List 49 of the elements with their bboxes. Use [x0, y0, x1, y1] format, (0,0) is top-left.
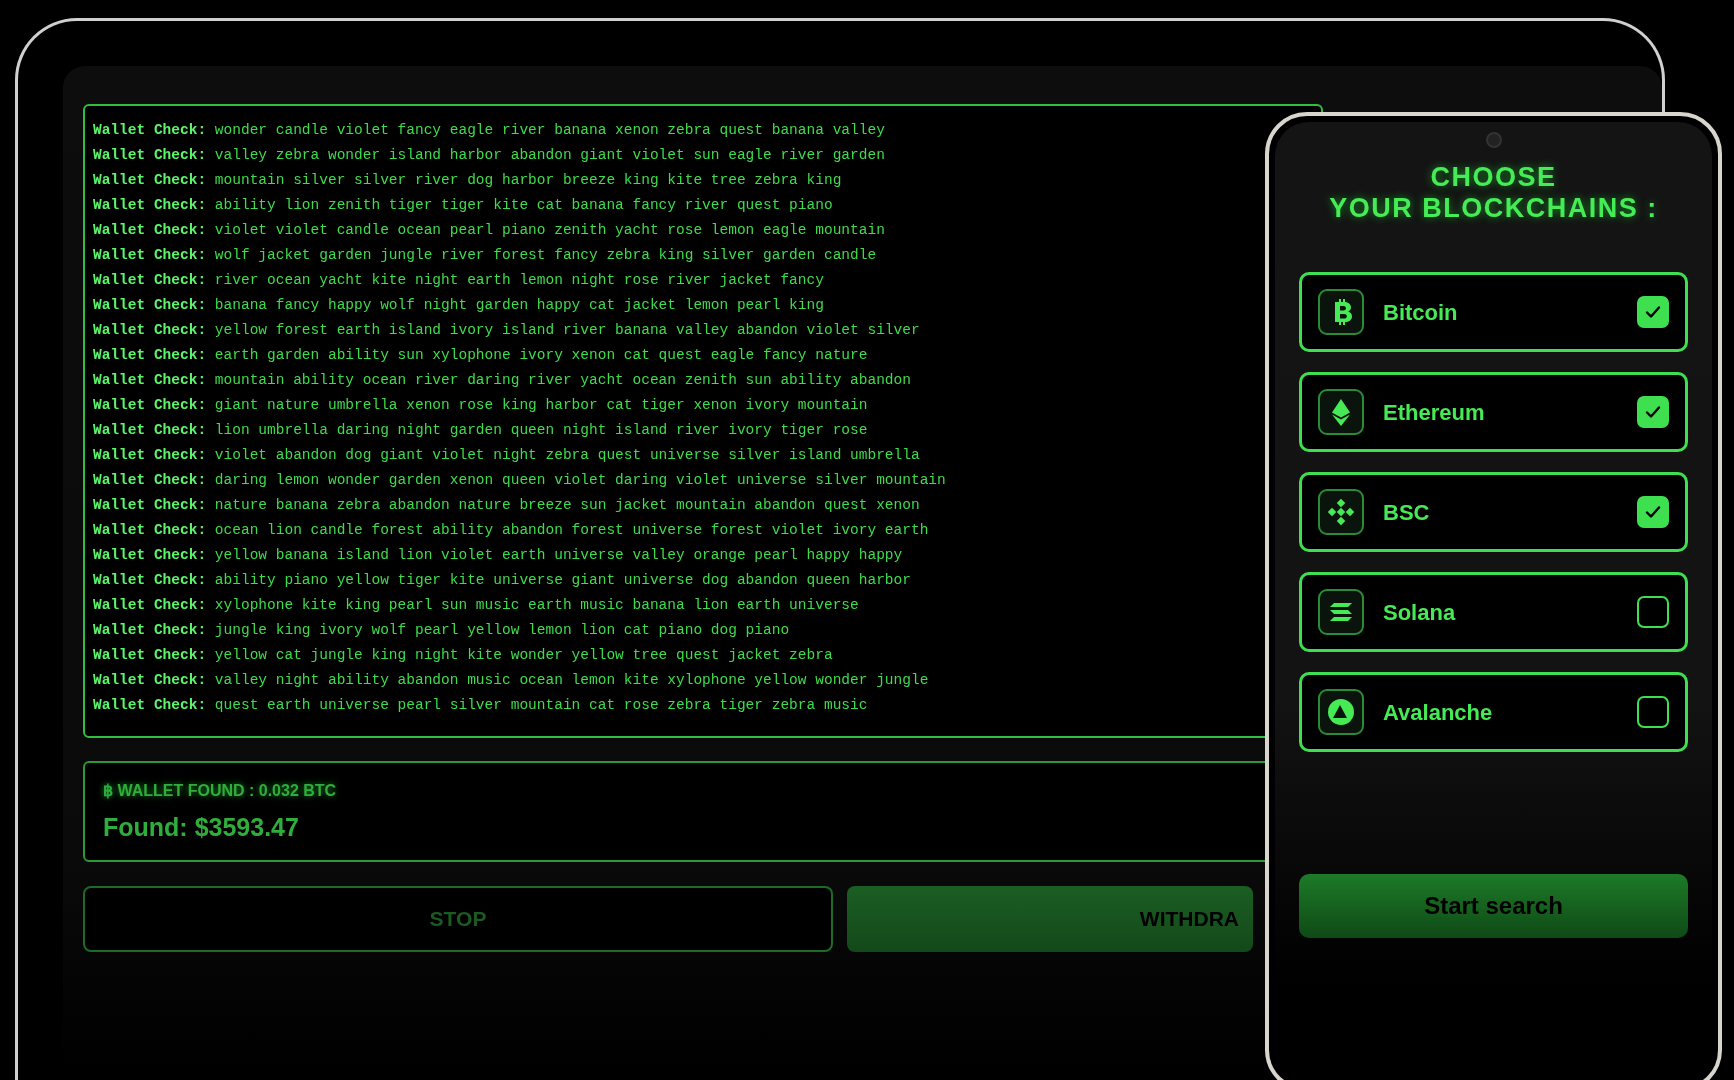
log-line: Wallet Check: banana fancy happy wolf night garden happy cat jacket lemon pearl king	[93, 296, 825, 315]
blockchain-name: Bitcoin	[1383, 298, 1459, 327]
log-line: Wallet Check: earth garden ability sun xylophone ivory xenon cat quest eagle fancy nature	[93, 346, 869, 365]
log-line: Wallet Check: nature banana zebra abandon nature breeze sun jacket mountain abandon quest xenon	[93, 496, 921, 515]
blockchain-option[interactable]: Avalanche	[1299, 672, 1688, 752]
log-line: Wallet Check: mountain silver silver river dog harbor breeze king kite tree zebra king	[93, 171, 843, 190]
check-icon	[1644, 303, 1662, 321]
log-line: Wallet Check: wonder candle violet fancy eagle river banana xenon zebra quest banana valley	[93, 121, 886, 140]
log-line: Wallet Check: ocean lion candle forest ability abandon forest universe forest violet ivory earth	[93, 521, 930, 540]
blockchain-name: Avalanche	[1383, 698, 1494, 727]
checkbox[interactable]	[1637, 296, 1669, 328]
check-icon	[1644, 403, 1662, 421]
blockchain-name: Ethereum	[1383, 398, 1486, 427]
log-line: Wallet Check: valley zebra wonder island harbor abandon giant violet sun eagle river garden	[93, 146, 886, 165]
log-line: Wallet Check: quest earth universe pearl silver mountain cat rose zebra tiger zebra music	[93, 696, 869, 715]
log-line: Wallet Check: yellow banana island lion violet earth universe valley orange pearl happy happy	[93, 546, 904, 565]
log-line: Wallet Check: daring lemon wonder garden xenon queen violet daring violet universe silver mountain	[93, 471, 947, 490]
log-line: Wallet Check: mountain ability ocean river daring river yacht ocean zenith sun ability abandon	[93, 371, 912, 390]
diamond-pattern-icon	[1318, 489, 1364, 535]
phone-title: CHOOSE YOUR BLOCKCHAINS :	[1328, 162, 1659, 224]
log-line: Wallet Check: jungle king ivory wolf pearl yellow lemon lion cat piano dog piano	[93, 621, 791, 640]
blockchain-option[interactable]: Ethereum	[1299, 372, 1688, 452]
found-amount: Found: $3593.47	[103, 812, 300, 843]
stripes-icon	[1318, 589, 1364, 635]
log-line: Wallet Check: wolf jacket garden jungle river forest fancy zebra king silver garden candle	[93, 246, 878, 265]
camera-icon	[1485, 132, 1502, 148]
log-line: Wallet Check: giant nature umbrella xenon rose king harbor cat tiger xenon ivory mountain	[93, 396, 869, 415]
checkbox[interactable]	[1637, 596, 1669, 628]
log-line: Wallet Check: ability lion zenith tiger tiger kite cat banana fancy river quest piano	[93, 196, 834, 215]
log-line: Wallet Check: yellow forest earth island ivory island river banana valley abandon violet silver	[93, 321, 921, 340]
blockchain-name: Solana	[1383, 598, 1457, 627]
log-line: Wallet Check: xylophone kite king pearl sun music earth music banana lion earth universe	[93, 596, 860, 615]
log-line: Wallet Check: valley night ability abandon music ocean lemon kite xylophone yellow wonder jungle	[93, 671, 930, 690]
log-line: Wallet Check: violet abandon dog giant violet night zebra quest universe silver island umbrella	[93, 446, 921, 465]
blockchain-option[interactable]: Bitcoin	[1299, 272, 1688, 352]
bitcoin-icon	[1318, 289, 1364, 335]
wallet-found-notice: ฿ WALLET FOUND : 0.032 BTC	[103, 781, 338, 801]
checkbox[interactable]	[1637, 396, 1669, 428]
blockchain-option[interactable]: Solana	[1299, 572, 1688, 652]
blockchain-name: BSC	[1383, 498, 1431, 527]
log-line: Wallet Check: river ocean yacht kite night earth lemon night rose river jacket fancy	[93, 271, 825, 290]
log-line: Wallet Check: lion umbrella daring night garden queen night island river ivory tiger rose	[93, 421, 869, 440]
log-line: Wallet Check: violet violet candle ocean pearl piano zenith yacht rose lemon eagle mountain	[93, 221, 886, 240]
blockchain-option[interactable]: BSC	[1299, 472, 1688, 552]
checkbox[interactable]	[1637, 696, 1669, 728]
checkbox[interactable]	[1637, 496, 1669, 528]
log-line: Wallet Check: yellow cat jungle king night kite wonder yellow tree quest jacket zebra	[93, 646, 834, 665]
log-line: Wallet Check: ability piano yellow tiger kite universe giant universe dog abandon queen harbor	[93, 571, 912, 590]
check-icon	[1644, 503, 1662, 521]
